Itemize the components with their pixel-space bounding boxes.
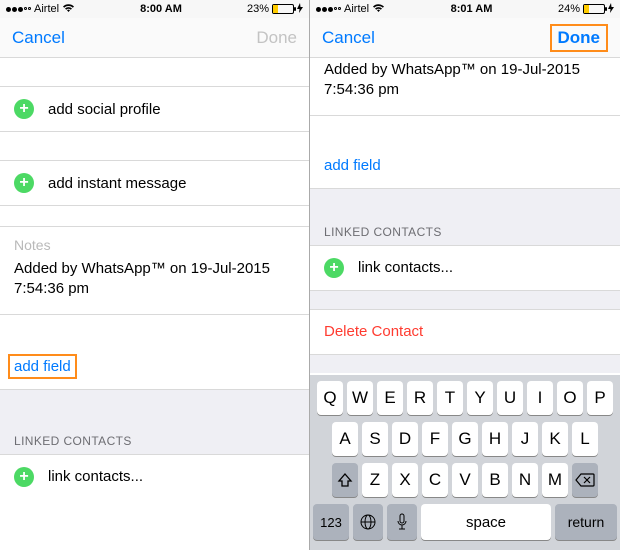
linked-contacts-header: LINKED CONTACTS [0, 390, 309, 454]
cancel-button[interactable]: Cancel [12, 28, 65, 48]
battery-percent: 24% [558, 3, 580, 15]
battery-icon [583, 4, 605, 14]
keyboard-row-1: QWERTYUIOP [313, 381, 617, 415]
notes-text: Added by WhatsApp™ on 19-Jul-2015 7:54:3… [14, 259, 295, 300]
wifi-icon [62, 3, 75, 16]
content-area: Added by WhatsApp™ on 19-Jul-2015 7:54:3… [310, 58, 620, 373]
key-z[interactable]: Z [362, 463, 388, 497]
key-k[interactable]: K [542, 422, 568, 456]
done-button[interactable]: Done [256, 28, 297, 48]
nav-bar: Cancel Done [310, 18, 620, 58]
key-a[interactable]: A [332, 422, 358, 456]
row-label: add instant message [48, 175, 186, 192]
row-label: add social profile [48, 101, 161, 118]
key-v[interactable]: V [452, 463, 478, 497]
add-field-row[interactable]: add field [310, 144, 620, 188]
nav-bar: Cancel Done [0, 18, 309, 58]
link-contacts-row[interactable]: + link contacts... [310, 246, 620, 290]
shift-key[interactable] [332, 463, 358, 497]
key-g[interactable]: G [452, 422, 478, 456]
content-area: + add social profile + add instant messa… [0, 58, 309, 550]
delete-contact-label: Delete Contact [324, 323, 423, 340]
key-o[interactable]: O [557, 381, 583, 415]
done-highlight: Done [550, 24, 609, 52]
key-h[interactable]: H [482, 422, 508, 456]
key-t[interactable]: T [437, 381, 463, 415]
plus-icon: + [324, 258, 344, 278]
key-c[interactable]: C [422, 463, 448, 497]
carrier-label: Airtel [34, 3, 59, 15]
key-e[interactable]: E [377, 381, 403, 415]
cancel-button[interactable]: Cancel [322, 28, 375, 48]
backspace-key[interactable] [572, 463, 598, 497]
key-q[interactable]: Q [317, 381, 343, 415]
carrier-label: Airtel [344, 3, 369, 15]
link-contacts-row[interactable]: + link contacts... [0, 455, 309, 499]
key-d[interactable]: D [392, 422, 418, 456]
space-key[interactable]: space [421, 504, 551, 540]
keyboard-row-4: 123 space return [313, 504, 617, 540]
phone-right: Airtel 8:01 AM 24% Cancel Done Ad [310, 0, 620, 550]
phone-left: Airtel 8:00 AM 23% Cancel Done + [0, 0, 310, 550]
charging-icon [297, 3, 303, 16]
plus-icon: + [14, 173, 34, 193]
status-bar: Airtel 8:00 AM 23% [0, 0, 309, 18]
keyboard-row-2: ASDFGHJKL [313, 422, 617, 456]
plus-icon: + [14, 467, 34, 487]
globe-key[interactable] [353, 504, 383, 540]
add-social-profile-row[interactable]: + add social profile [0, 87, 309, 131]
key-i[interactable]: I [527, 381, 553, 415]
row-label: link contacts... [358, 259, 453, 276]
plus-icon: + [14, 99, 34, 119]
status-time: 8:01 AM [451, 3, 493, 15]
notes-label: Notes [14, 237, 295, 253]
linked-contacts-header: LINKED CONTACTS [310, 189, 620, 245]
key-j[interactable]: J [512, 422, 538, 456]
key-x[interactable]: X [392, 463, 418, 497]
key-m[interactable]: M [542, 463, 568, 497]
key-w[interactable]: W [347, 381, 373, 415]
mic-key[interactable] [387, 504, 417, 540]
status-bar: Airtel 8:01 AM 24% [310, 0, 620, 18]
return-key[interactable]: return [555, 504, 617, 540]
key-r[interactable]: R [407, 381, 433, 415]
add-instant-message-row[interactable]: + add instant message [0, 161, 309, 205]
charging-icon [608, 3, 614, 16]
add-field-label: add field [324, 157, 381, 174]
notes-text: Added by WhatsApp™ on 19-Jul-2015 7:54:3… [324, 60, 606, 101]
key-b[interactable]: B [482, 463, 508, 497]
battery-icon [272, 4, 294, 14]
keyboard: QWERTYUIOP ASDFGHJKL ZXCVBNM 123 [310, 375, 620, 550]
key-u[interactable]: U [497, 381, 523, 415]
notes-block[interactable]: Added by WhatsApp™ on 19-Jul-2015 7:54:3… [310, 58, 620, 115]
row-label: link contacts... [48, 468, 143, 485]
add-field-row[interactable]: add field [0, 345, 309, 389]
done-button[interactable]: Done [558, 28, 601, 47]
key-s[interactable]: S [362, 422, 388, 456]
key-n[interactable]: N [512, 463, 538, 497]
key-y[interactable]: Y [467, 381, 493, 415]
status-time: 8:00 AM [140, 3, 182, 15]
signal-dots-icon [316, 7, 341, 12]
delete-contact-row[interactable]: Delete Contact [310, 310, 620, 354]
battery-percent: 23% [247, 3, 269, 15]
add-field-label: add field [8, 354, 77, 379]
numbers-key[interactable]: 123 [313, 504, 349, 540]
key-f[interactable]: F [422, 422, 448, 456]
signal-dots-icon [6, 7, 31, 12]
keyboard-row-3: ZXCVBNM [313, 463, 617, 497]
key-p[interactable]: P [587, 381, 613, 415]
notes-block[interactable]: Notes Added by WhatsApp™ on 19-Jul-2015 … [0, 227, 309, 314]
key-l[interactable]: L [572, 422, 598, 456]
wifi-icon [372, 3, 385, 16]
